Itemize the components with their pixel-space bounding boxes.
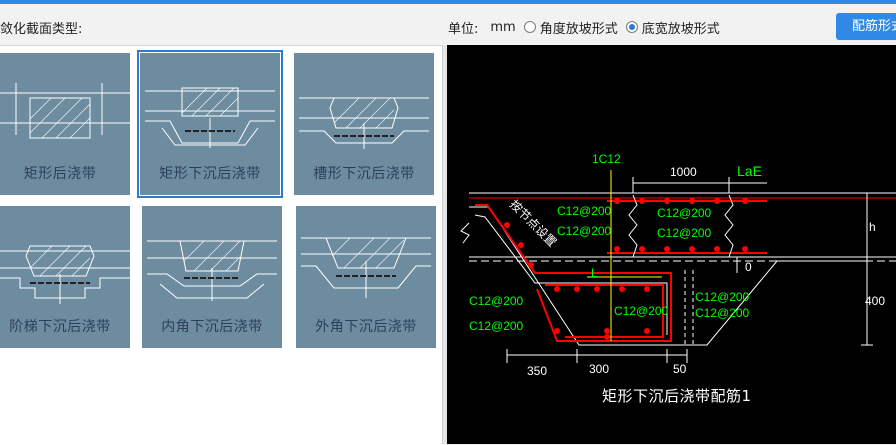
label-c12-1: C12@200: [557, 204, 612, 218]
label-lae: LaE: [737, 163, 762, 179]
label-c12-8: C12@200: [695, 290, 750, 304]
tile-label: 外角下沉后浇带: [315, 319, 417, 335]
tile-stepped-sunken-pour-strip[interactable]: 阶梯下沉后浇带: [0, 206, 130, 348]
label-c12-7: C12@200: [614, 304, 669, 318]
tile-outer-corner-sunken-pour-strip[interactable]: 外角下沉后浇带: [296, 206, 436, 348]
tile-rect-sunken-pour-strip[interactable]: 矩形下沉后浇带: [137, 50, 283, 198]
tile-trough-sunken-pour-strip[interactable]: 槽形下沉后浇带: [294, 53, 434, 195]
label-dim-400: 400: [865, 294, 885, 308]
section-type-grid: 矩形后浇带 矩形下沉后浇带 槽形下沉后浇带 阶梯下沉后浇带 内角下沉后浇带 外角…: [0, 45, 442, 445]
label-c12-4: C12@200: [657, 226, 712, 240]
label-c12-6: C12@200: [469, 319, 524, 333]
label-h: h: [869, 220, 876, 234]
tile-label: 矩形后浇带: [23, 166, 97, 182]
label-node-note: 按节点设置: [507, 197, 559, 249]
tile-label: 内角下沉后浇带: [161, 319, 263, 335]
label-c12-9: C12@200: [695, 306, 750, 320]
drawing-caption: 矩形下沉后浇带配筋1: [602, 387, 752, 405]
label-zero: 0: [745, 260, 752, 274]
radio-bottom-width-slope-label: 底宽放坡形式: [641, 21, 720, 37]
top-accent-bar: [0, 0, 896, 4]
label-top-bar: 1C12: [592, 152, 621, 166]
unit-row: 单位: mm 角度放坡形式 底宽放坡形式: [448, 18, 720, 37]
label-dim-350: 350: [527, 364, 547, 378]
label-c12-5: C12@200: [469, 294, 524, 308]
radio-angle-slope-label: 角度放坡形式: [539, 21, 618, 37]
radio-circle[interactable]: [523, 21, 536, 33]
section-type-title: 敛化截面类型:: [0, 22, 83, 37]
radio-circle[interactable]: [625, 21, 638, 33]
tile-label: 矩形下沉后浇带: [159, 166, 261, 182]
tile-rect-pour-strip[interactable]: 矩形后浇带: [0, 53, 130, 195]
label-c12-3: C12@200: [657, 206, 712, 220]
label-dim-300: 300: [589, 362, 609, 376]
radio-angle-slope[interactable]: 角度放坡形式: [523, 18, 618, 37]
label-L: L: [591, 266, 598, 280]
unit-label: 单位:: [448, 21, 479, 37]
cad-drawing-canvas: 1C12 1000 LaE C12@200 C12@200 C12@200 C1…: [447, 45, 896, 444]
unit-value: mm: [490, 19, 516, 35]
label-c12-2: C12@200: [557, 224, 612, 238]
radio-bottom-width-slope[interactable]: 底宽放坡形式: [625, 18, 720, 37]
tile-label: 阶梯下沉后浇带: [9, 319, 111, 335]
tile-label: 槽形下沉后浇带: [313, 166, 415, 182]
label-dim-1000: 1000: [670, 165, 697, 179]
label-dim-50: 50: [673, 362, 687, 376]
rebar-form-button[interactable]: 配筋形式: [836, 13, 896, 40]
tile-inner-corner-sunken-pour-strip[interactable]: 内角下沉后浇带: [142, 206, 282, 348]
